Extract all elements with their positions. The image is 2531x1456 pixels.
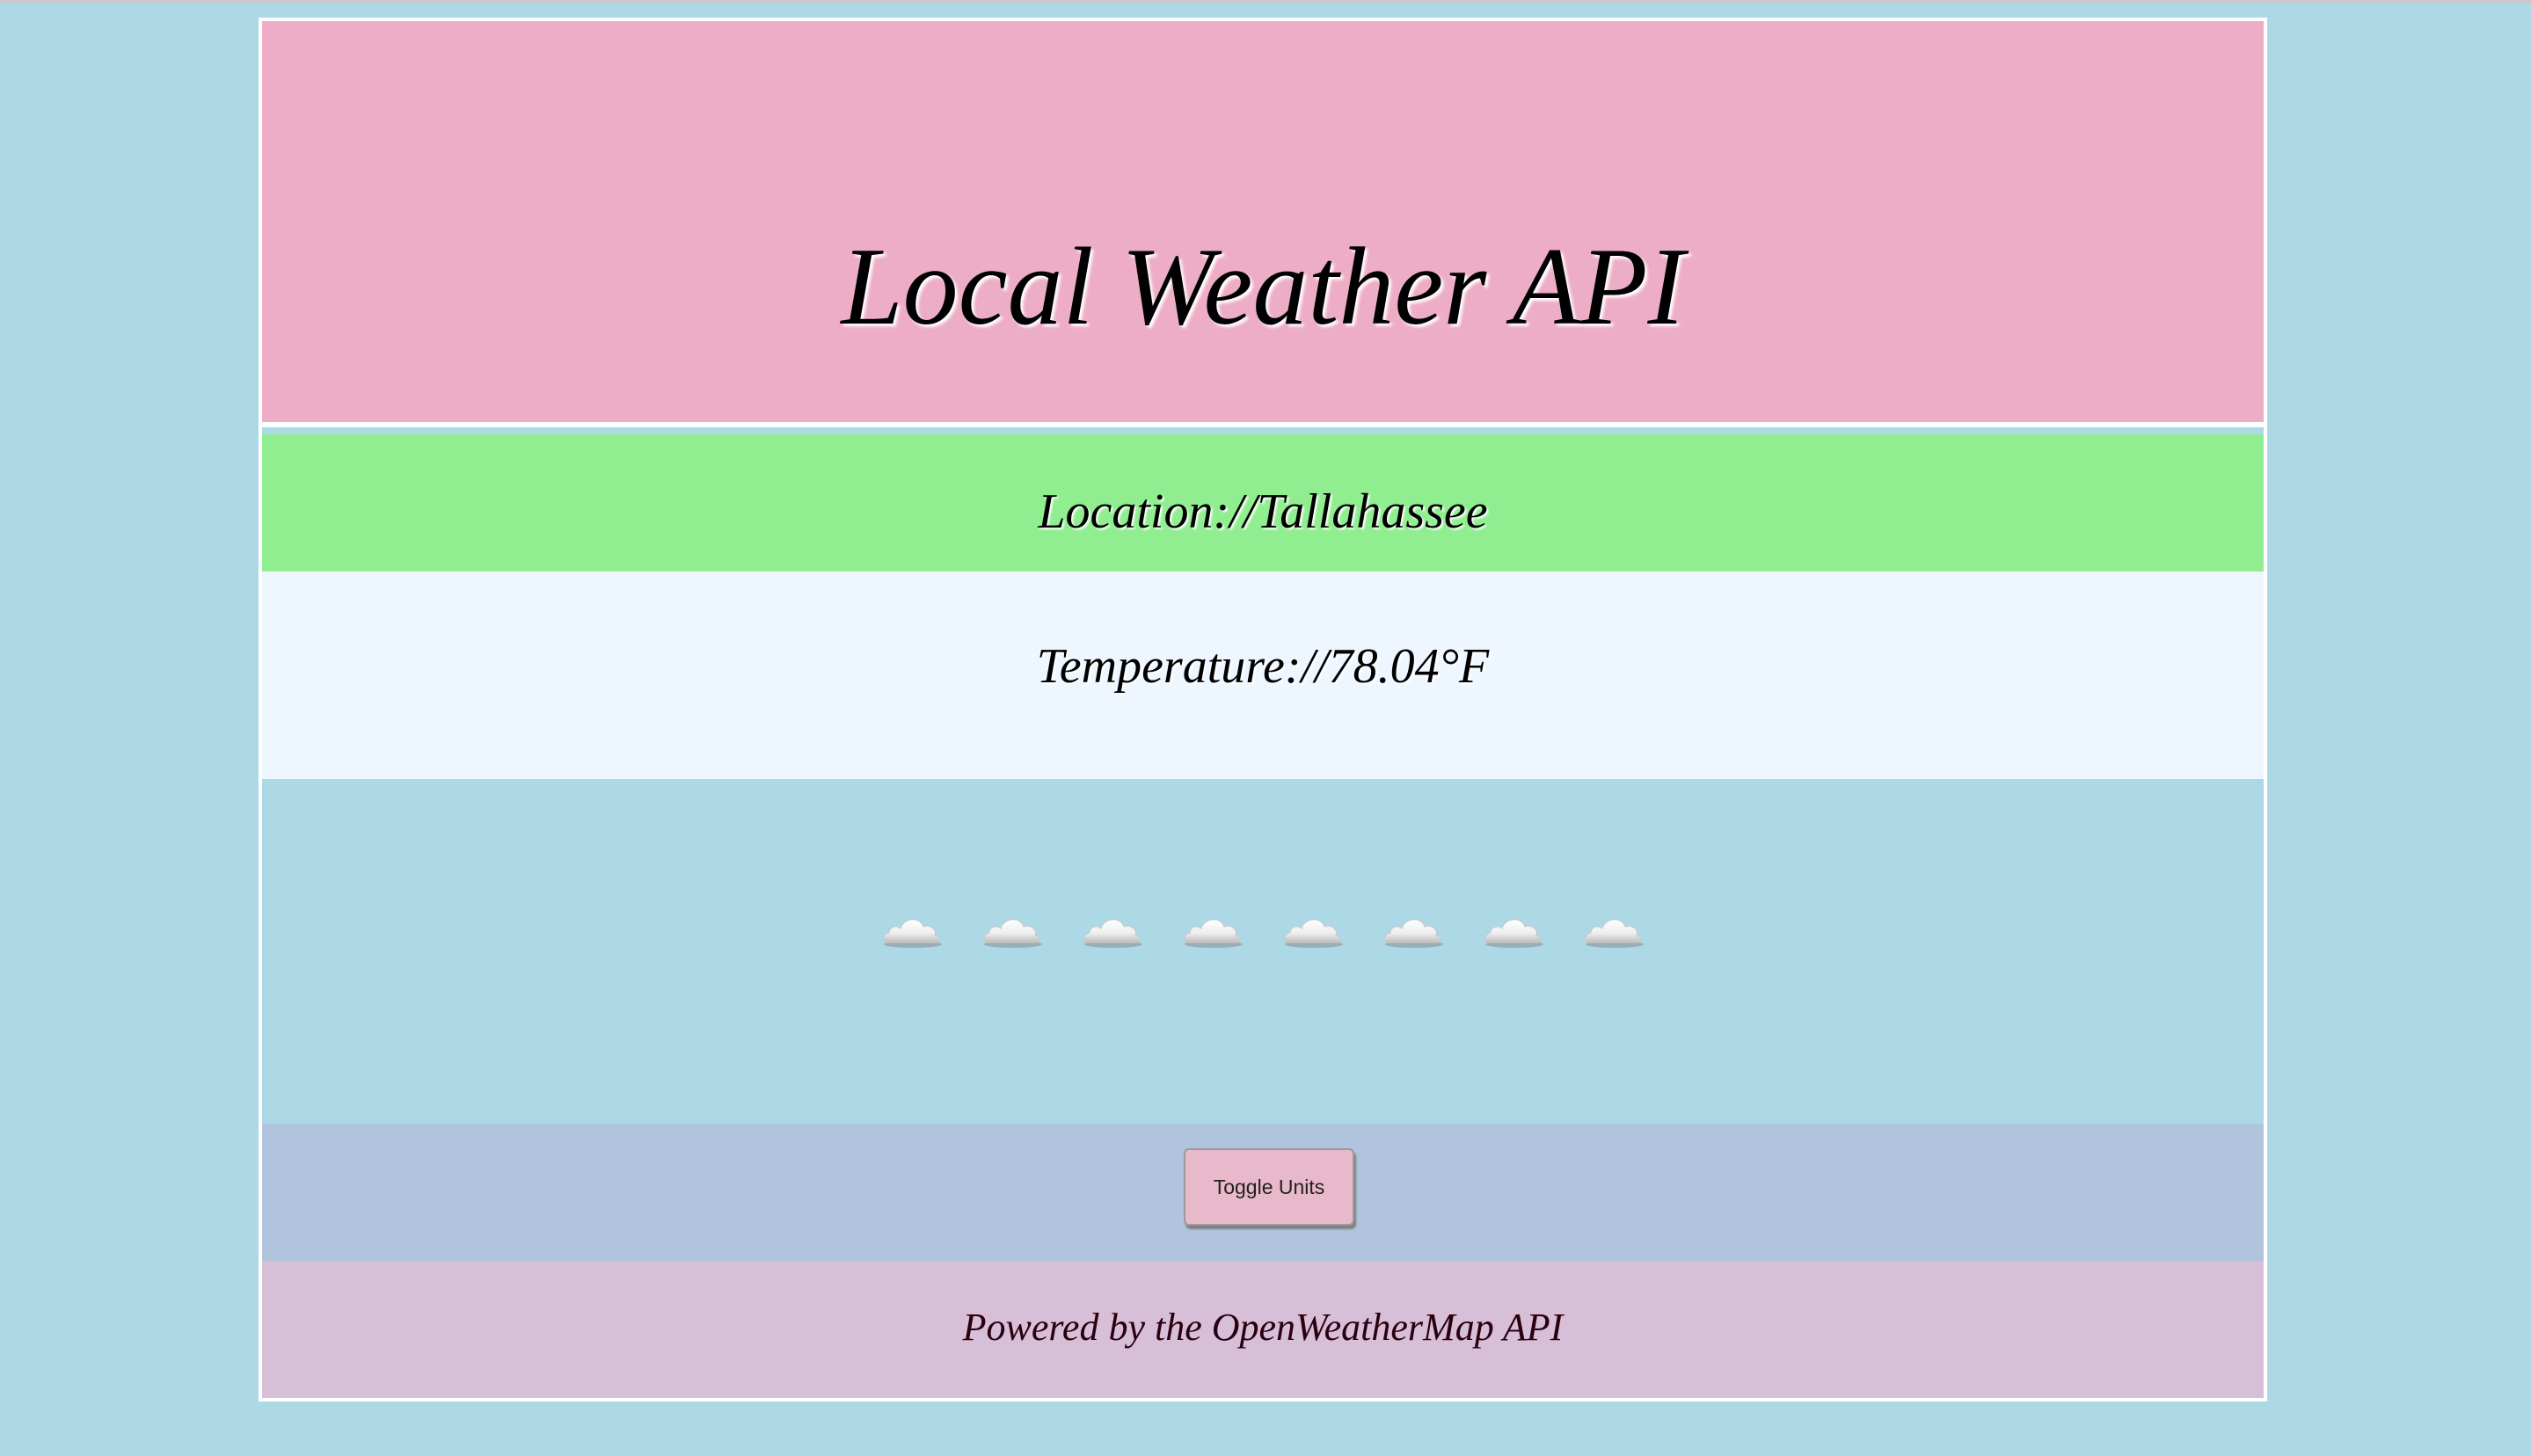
cloud-icon [1284, 919, 1343, 948]
page-title: Local Weather API [841, 226, 1685, 348]
temperature-text: Temperature://78.04°F [1036, 639, 1490, 694]
weather-icons-panel [262, 779, 2264, 1124]
cloud-icon [1484, 919, 1543, 948]
cloud-icon [1585, 919, 1644, 948]
window-top-border [0, 0, 2531, 4]
temperature-panel: Temperature://78.04°F [262, 571, 2264, 779]
cloud-icon-row [262, 909, 2264, 950]
toggle-units-button[interactable]: Toggle Units [1184, 1148, 1354, 1226]
cloud-icon [883, 919, 942, 948]
cloud-icon [1384, 919, 1443, 948]
footer-panel: Powered by the OpenWeatherMap API [262, 1261, 2264, 1398]
header-panel: Local Weather API [262, 21, 2264, 427]
cloud-icon [983, 919, 1042, 948]
footer-attribution: Powered by the OpenWeatherMap API [962, 1306, 1564, 1349]
location-panel: Location://Tallahassee [262, 434, 2264, 571]
controls-panel: Toggle Units [262, 1124, 2264, 1261]
weather-app-container: Local Weather API Location://Tallahassee… [259, 18, 2267, 1401]
cloud-icon [1083, 919, 1142, 948]
cloud-icon [1184, 919, 1243, 948]
location-text: Location://Tallahassee [1038, 484, 1488, 539]
